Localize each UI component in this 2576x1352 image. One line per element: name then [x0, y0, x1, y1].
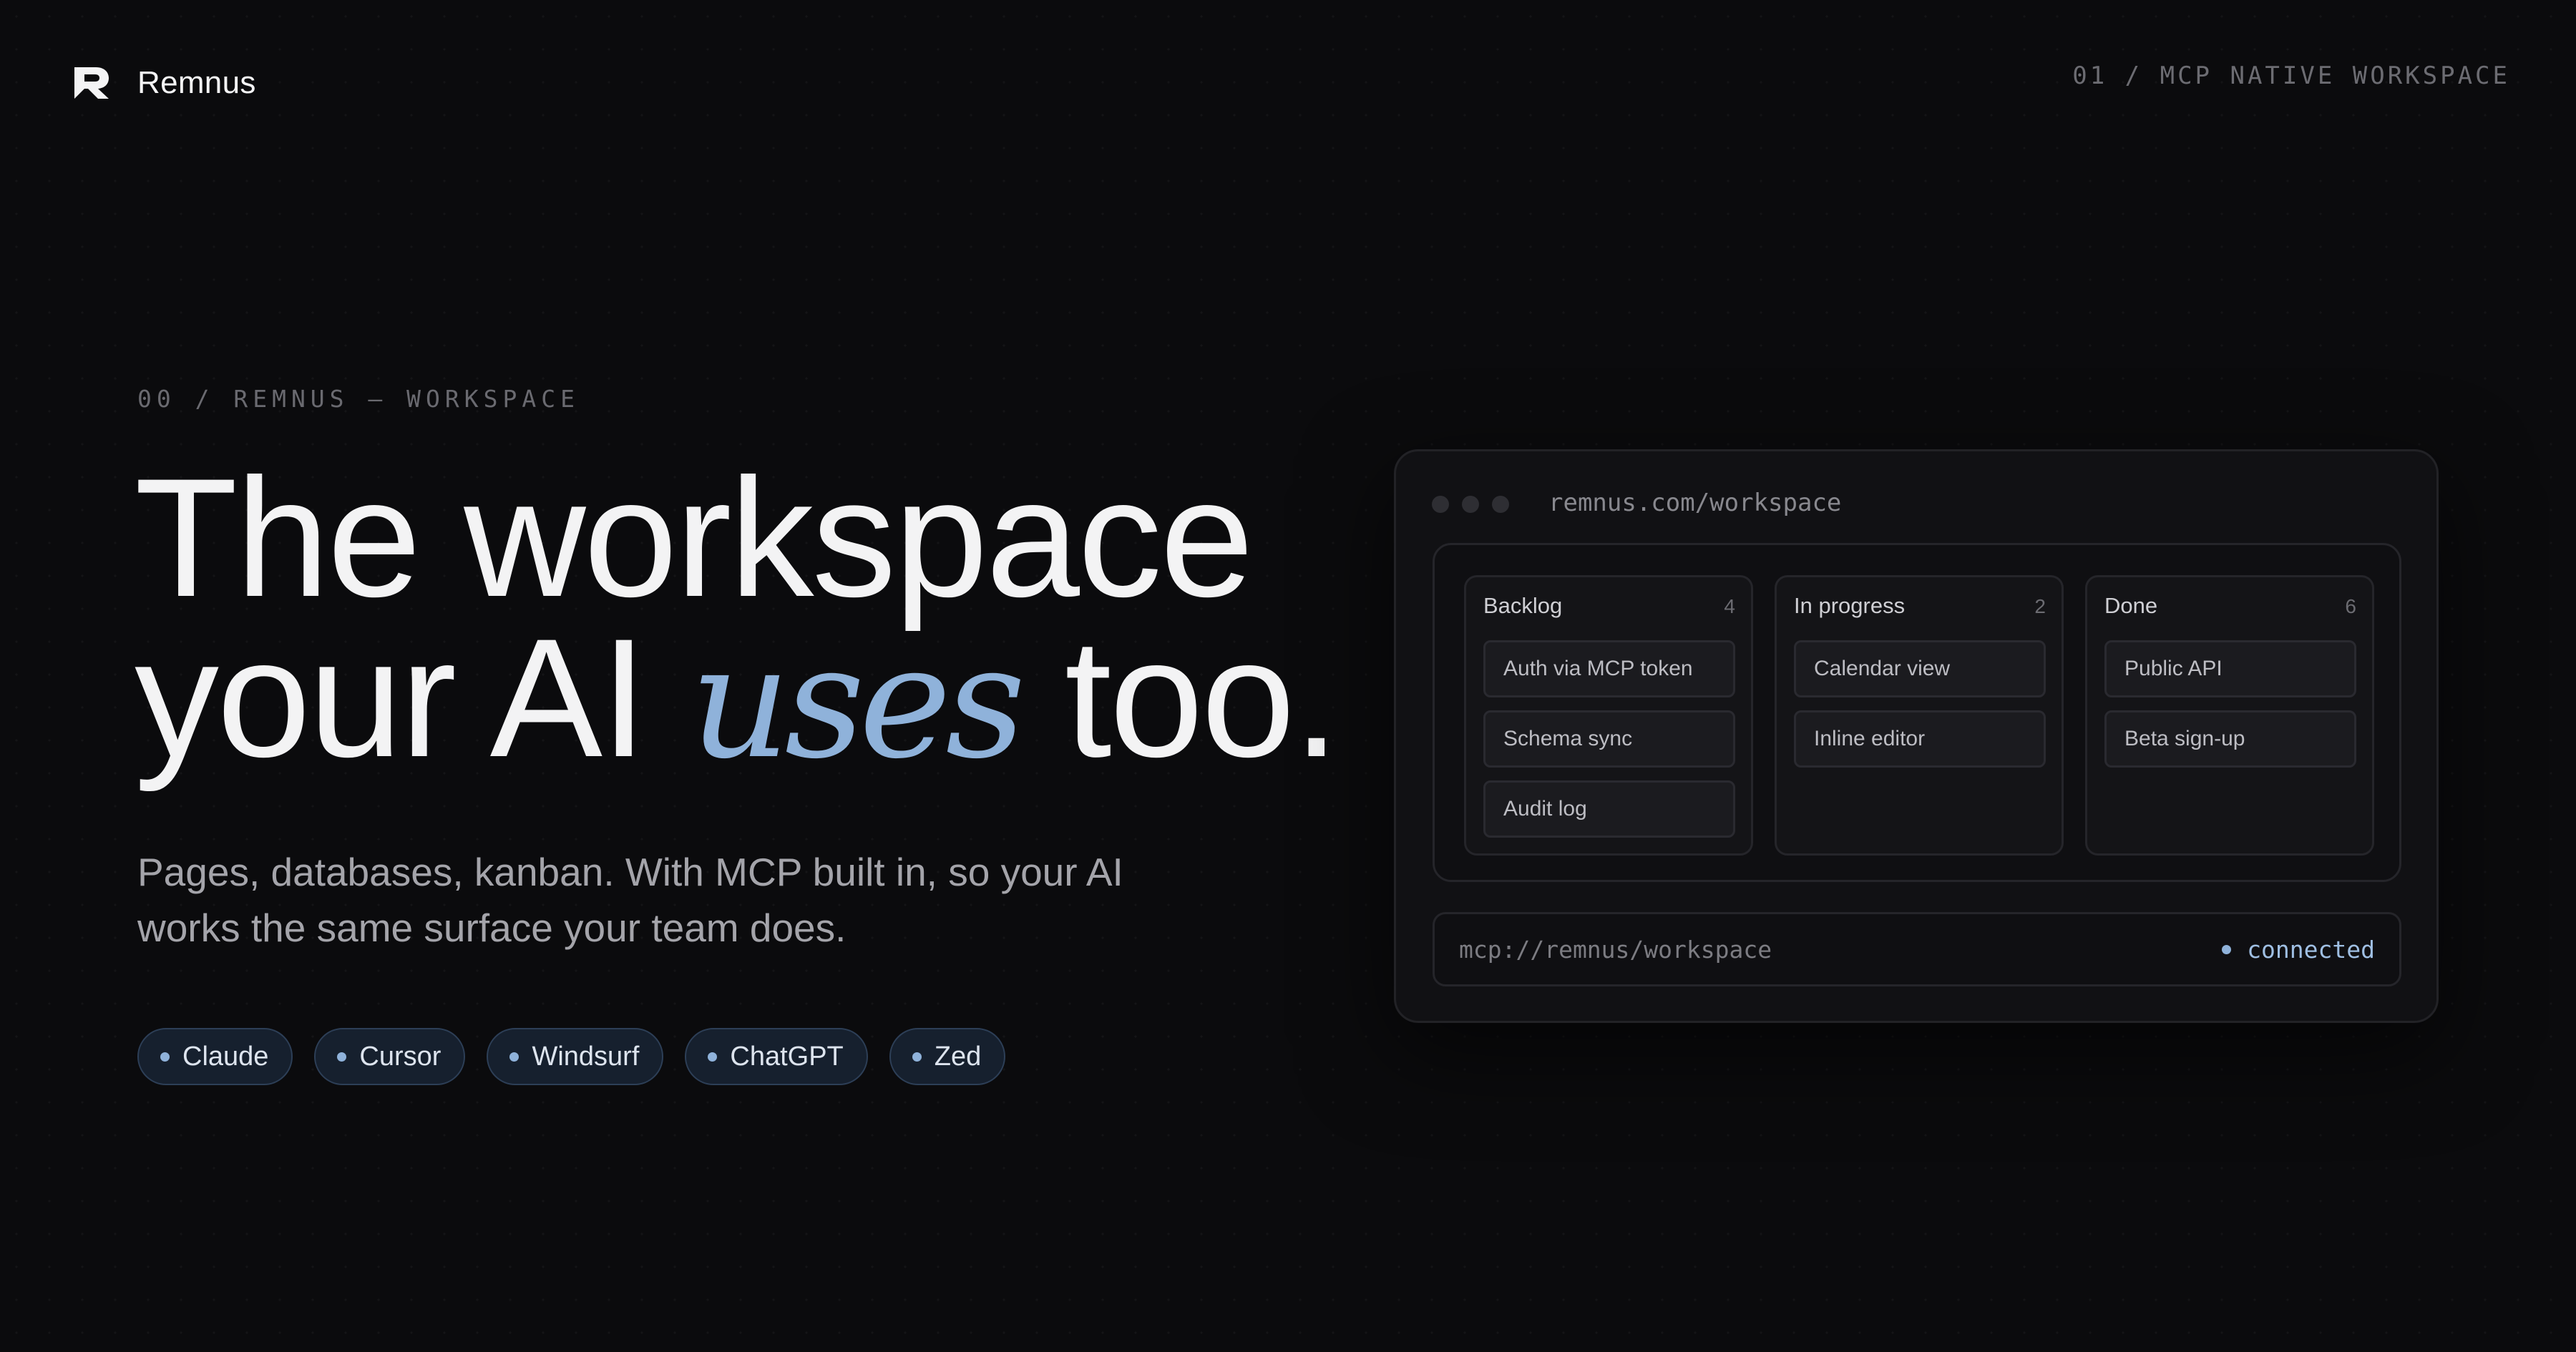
headline-accent: uses [690, 612, 1025, 793]
brand-name: Remnus [137, 65, 256, 100]
headline-line-2-end: too. [1020, 604, 1340, 793]
kanban-card[interactable]: Public API [2104, 640, 2356, 697]
chip-label: Claude [182, 1041, 269, 1072]
chip-zed[interactable]: Zed [889, 1028, 1006, 1085]
kanban-card[interactable]: Schema sync [1483, 710, 1735, 768]
mcp-url: mcp://remnus/workspace [1459, 936, 1772, 964]
headline-line-2-start: your AI [135, 604, 691, 793]
dot-icon [337, 1052, 347, 1062]
brand[interactable]: Remnus [73, 63, 256, 103]
column-title: In progress [1794, 593, 1906, 618]
mcp-connection-bar: mcp://remnus/workspace connected [1433, 912, 2401, 986]
dot-icon [509, 1052, 519, 1062]
chip-label: Cursor [359, 1041, 441, 1072]
window-dot-icon [1462, 496, 1479, 513]
connection-status: connected [2222, 936, 2375, 964]
column-count: 6 [2345, 595, 2356, 617]
kanban-card[interactable]: Auth via MCP token [1483, 640, 1735, 697]
headline-line-2: your AI uses too. [135, 614, 1340, 783]
eyebrow-label: 00 / REMNUS — WORKSPACE [137, 385, 580, 413]
hero-headline: The workspace your AI uses too. [135, 444, 1340, 783]
dot-icon [160, 1052, 170, 1062]
hero-subtitle: Pages, databases, kanban. With MCP built… [137, 850, 1123, 950]
chip-windsurf[interactable]: Windsurf [487, 1028, 664, 1085]
chip-label: Windsurf [532, 1041, 640, 1072]
kanban-column-backlog: Backlog 4 Auth via MCP token Schema sync… [1464, 575, 1753, 856]
window-dot-icon [1492, 496, 1509, 513]
column-title: Done [2104, 593, 2158, 618]
window-dot-icon [1432, 496, 1449, 513]
kanban-card[interactable]: Inline editor [1794, 710, 2046, 768]
browser-mockup: remnus.com/workspace Backlog 4 Auth via … [1394, 449, 2439, 1023]
kanban-column-in-progress: In progress 2 Calendar view Inline edito… [1775, 575, 2064, 856]
remnus-logo-icon [74, 67, 109, 99]
chip-label: Zed [934, 1041, 982, 1072]
kanban-card[interactable]: Beta sign-up [2104, 710, 2356, 768]
kanban-card[interactable]: Audit log [1483, 780, 1735, 838]
column-count: 2 [2034, 595, 2046, 617]
chip-chatgpt[interactable]: ChatGPT [685, 1028, 868, 1085]
section-label: 01 / MCP NATIVE WORKSPACE [2072, 62, 2510, 90]
kanban-column-done: Done 6 Public API Beta sign-up [2085, 575, 2374, 856]
column-count: 4 [1724, 595, 1735, 617]
headline-line-1: The workspace [135, 444, 1254, 632]
column-title: Backlog [1483, 593, 1563, 618]
status-label: connected [2247, 936, 2375, 964]
window-controls [1432, 496, 1509, 513]
dot-icon [708, 1052, 718, 1062]
dot-icon [912, 1052, 922, 1062]
address-bar-url: remnus.com/workspace [1548, 489, 1842, 517]
chip-claude[interactable]: Claude [137, 1028, 293, 1085]
ai-client-chips: Claude Cursor Windsurf ChatGPT Zed [137, 1028, 1006, 1085]
status-dot-icon [2222, 945, 2232, 954]
kanban-board: Backlog 4 Auth via MCP token Schema sync… [1433, 543, 2401, 882]
chip-label: ChatGPT [730, 1041, 844, 1072]
kanban-card[interactable]: Calendar view [1794, 640, 2046, 697]
chip-cursor[interactable]: Cursor [314, 1028, 466, 1085]
